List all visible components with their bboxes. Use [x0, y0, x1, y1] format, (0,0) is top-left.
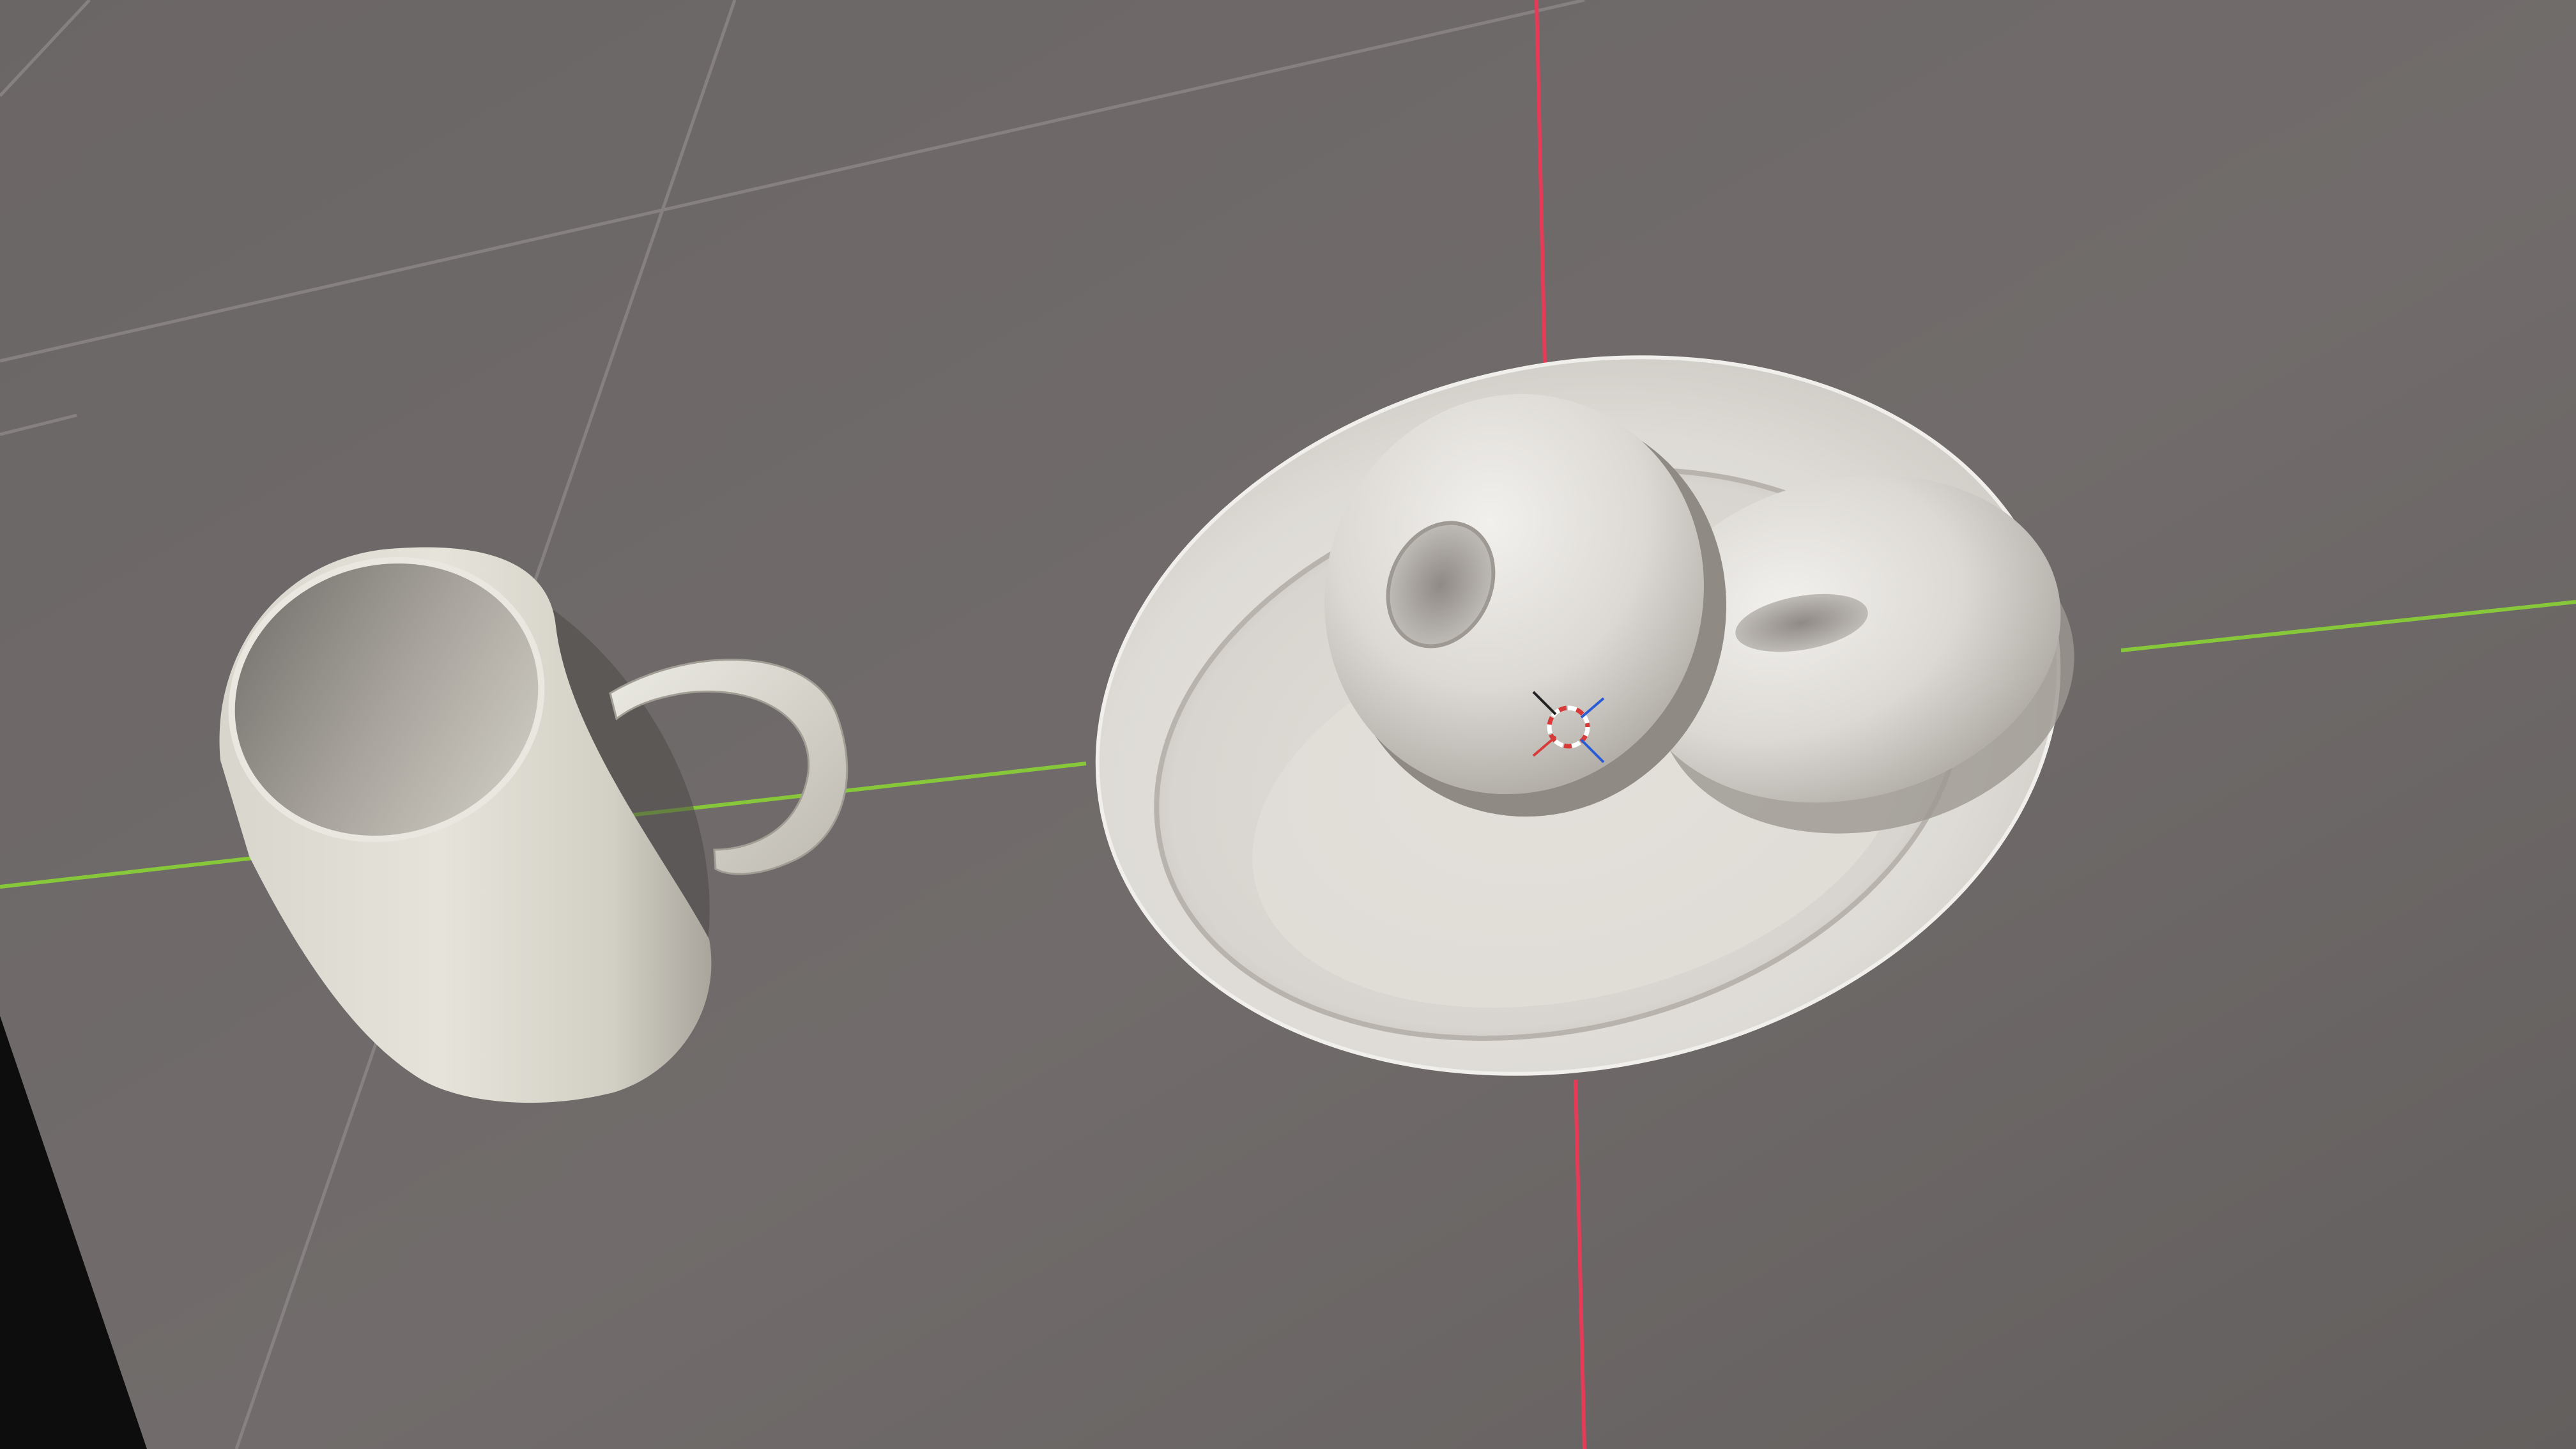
- 3d-viewport[interactable]: [0, 0, 2576, 1449]
